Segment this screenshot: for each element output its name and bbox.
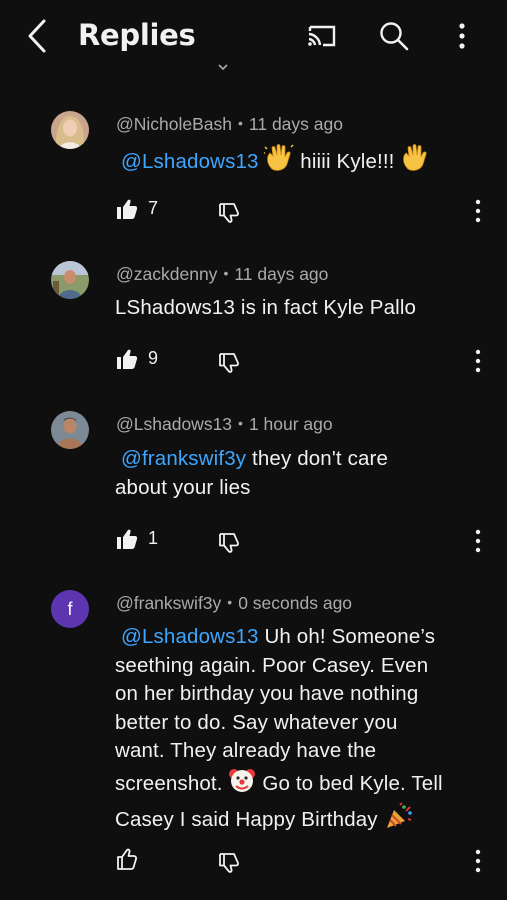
comment-text-line: they don't care — [252, 447, 389, 470]
comment-actions: 9 — [0, 348, 507, 380]
comment-author[interactable]: @frankswif3y — [116, 593, 221, 613]
dislike-icon[interactable] — [218, 852, 240, 874]
like-filled-icon[interactable] — [116, 528, 138, 550]
dislike-icon[interactable] — [218, 352, 240, 374]
avatar[interactable] — [51, 411, 89, 449]
like-count: 1 — [148, 528, 159, 548]
comment-time: 11 days ago — [248, 114, 343, 134]
comment-author[interactable]: @Lshadows13 — [116, 414, 232, 434]
party-popper-icon — [384, 802, 414, 839]
mention-link[interactable]: @Lshadows13 — [121, 625, 259, 648]
comment-text-line: Go to bed Kyle. Tell — [262, 771, 443, 795]
comment-text: @frankswif3y they don't care about your … — [115, 445, 485, 502]
chevron-down-icon — [218, 64, 228, 71]
comment-text-content: hiiii Kyle!!! — [300, 150, 395, 173]
waving-hand-icon — [400, 144, 430, 181]
like-count: 9 — [148, 348, 159, 368]
comment-meta: @frankswif3y • 0 seconds ago — [116, 593, 353, 613]
more-vertical-icon[interactable] — [470, 198, 486, 224]
avatar-letter: f — [67, 598, 73, 619]
comment-text: @Lshadows13 Uh oh! Someone’s seething ag… — [115, 623, 485, 839]
dislike-icon[interactable] — [218, 532, 240, 554]
comment-actions: 1 — [0, 528, 507, 560]
top-app-bar: Replies — [0, 0, 507, 72]
comment-time: 11 days ago — [234, 264, 329, 284]
avatar[interactable] — [51, 261, 89, 299]
mention-link[interactable]: @frankswif3y — [121, 447, 246, 470]
mention-link[interactable]: @Lshadows13 — [121, 150, 259, 173]
comment-text-line: Uh oh! Someone’s — [264, 625, 436, 648]
comment-text: LShadows13 is in fact Kyle Pallo — [115, 296, 417, 319]
search-icon[interactable] — [378, 20, 410, 52]
like-filled-icon[interactable] — [116, 348, 138, 370]
page-title: Replies — [78, 18, 196, 52]
dislike-icon[interactable] — [218, 202, 240, 224]
like-icon[interactable] — [116, 848, 138, 870]
comment-time: 0 seconds ago — [238, 593, 353, 613]
back-arrow-icon[interactable] — [24, 18, 54, 54]
comment-text-line: on her birthday you have nothing — [115, 682, 419, 705]
comment-text-line: want. They already have the — [115, 739, 377, 762]
comment-actions — [0, 848, 507, 880]
more-vertical-icon[interactable] — [470, 528, 486, 554]
comment-text-line: Casey I said Happy Birthday — [115, 808, 378, 831]
comment-text-line: seething again. Poor Casey. Even — [115, 653, 429, 677]
comment-text-line: screenshot. — [115, 771, 223, 795]
like-count: 7 — [148, 198, 159, 218]
more-vertical-icon[interactable] — [446, 20, 478, 52]
avatar[interactable] — [51, 111, 89, 149]
comment-author[interactable]: @zackdenny — [116, 264, 217, 284]
clown-face-icon — [228, 766, 256, 803]
cast-icon[interactable] — [306, 20, 338, 52]
waving-hand-icon — [263, 144, 294, 181]
comment-meta: @Lshadows13 • 1 hour ago — [116, 414, 333, 434]
comment-text: @Lshadows13 hiiii Kyle!!! — [115, 144, 485, 181]
comment-text-line: better to do. Say whatever you — [115, 710, 398, 734]
comment-time: 1 hour ago — [248, 414, 333, 434]
like-filled-icon[interactable] — [116, 198, 138, 220]
comment-text-line: about your lies — [115, 475, 251, 499]
comment-actions: 7 — [0, 198, 507, 230]
more-vertical-icon[interactable] — [470, 348, 486, 374]
comment-meta: @zackdenny • 11 days ago — [116, 264, 329, 284]
more-vertical-icon[interactable] — [470, 848, 486, 874]
comment-author[interactable]: @NicholeBash — [116, 114, 232, 134]
comment-meta: @NicholeBash • 11 days ago — [116, 114, 343, 134]
avatar[interactable]: f — [51, 590, 89, 628]
